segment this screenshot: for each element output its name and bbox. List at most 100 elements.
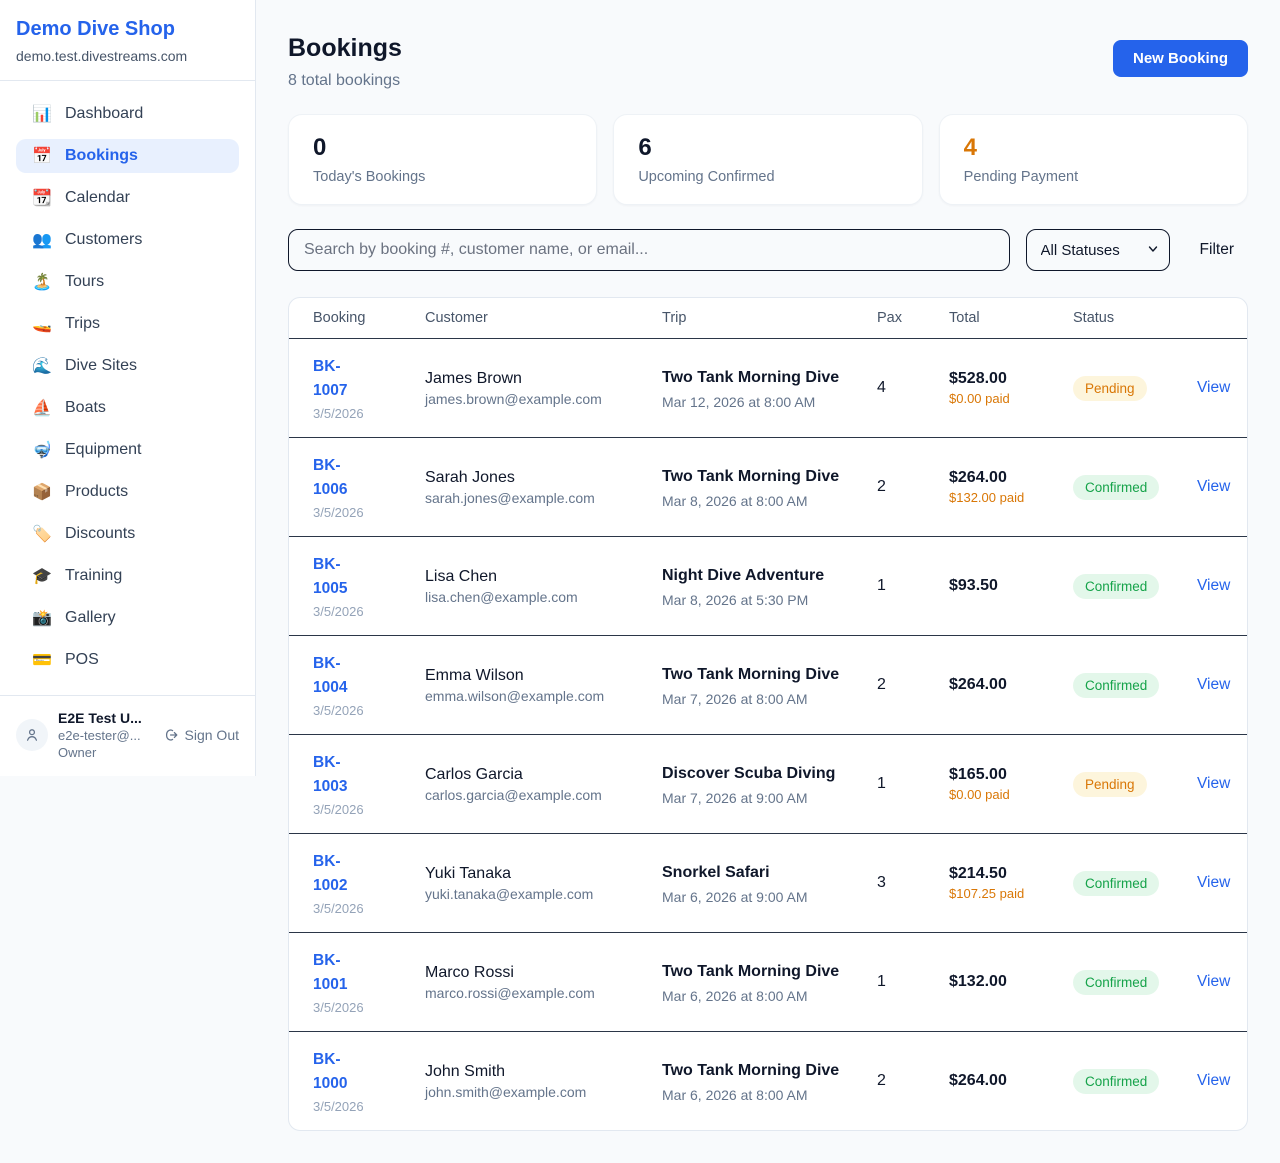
- sidebar-item-training[interactable]: 🎓 Training: [16, 559, 239, 593]
- table-row: BK-1006 3/5/2026 Sarah Jones sarah.jones…: [289, 437, 1247, 536]
- trip-datetime: Mar 6, 2026 at 8:00 AM: [662, 988, 877, 1004]
- user-name: E2E Test U...: [58, 710, 153, 726]
- trip-name: Two Tank Morning Dive: [662, 960, 842, 984]
- filter-button[interactable]: Filter: [1186, 241, 1248, 259]
- view-link[interactable]: View: [1197, 478, 1230, 495]
- booking-cell: BK-1007 3/5/2026: [313, 355, 425, 421]
- booking-date: 3/5/2026: [313, 703, 425, 718]
- booking-id-link[interactable]: BK-1003: [313, 751, 371, 799]
- customer-name: John Smith: [425, 1063, 662, 1081]
- view-link[interactable]: View: [1197, 577, 1230, 594]
- trip-datetime: Mar 7, 2026 at 8:00 AM: [662, 691, 877, 707]
- stat-label: Upcoming Confirmed: [638, 169, 897, 185]
- sidebar-item-dive-sites[interactable]: 🌊 Dive Sites: [16, 349, 239, 383]
- actions-cell: View: [1197, 478, 1235, 496]
- stat-card-upcoming-confirmed: 6 Upcoming Confirmed: [613, 114, 922, 205]
- trip-datetime: Mar 12, 2026 at 8:00 AM: [662, 394, 877, 410]
- total-cell: $165.00 $0.00 paid: [949, 766, 1073, 802]
- column-header-status: Status: [1073, 310, 1197, 326]
- sidebar-item-gallery[interactable]: 📸 Gallery: [16, 601, 239, 635]
- column-header-trip: Trip: [662, 310, 877, 326]
- calendar-icon: 📅: [32, 146, 52, 166]
- customer-cell: Emma Wilson emma.wilson@example.com: [425, 667, 662, 704]
- sidebar-item-bookings[interactable]: 📅 Bookings: [16, 139, 239, 173]
- brand-block: Demo Dive Shop demo.test.divestreams.com: [0, 0, 255, 81]
- booking-cell: BK-1001 3/5/2026: [313, 949, 425, 1015]
- customer-cell: Lisa Chen lisa.chen@example.com: [425, 568, 662, 605]
- customer-email: emma.wilson@example.com: [425, 688, 662, 704]
- booking-id-link[interactable]: BK-1007: [313, 355, 371, 403]
- sidebar-item-label: Equipment: [65, 441, 142, 459]
- camera-icon: 📸: [32, 608, 52, 628]
- status-badge: Confirmed: [1073, 574, 1159, 599]
- sign-out-button[interactable]: Sign Out: [163, 727, 239, 743]
- booking-id-link[interactable]: BK-1002: [313, 850, 371, 898]
- view-link[interactable]: View: [1197, 1072, 1230, 1089]
- pax-cell: 3: [877, 874, 949, 892]
- user-email: e2e-tester@...: [58, 728, 153, 743]
- status-select[interactable]: All Statuses: [1026, 229, 1170, 271]
- sidebar-item-equipment[interactable]: 🤿 Equipment: [16, 433, 239, 467]
- actions-cell: View: [1197, 874, 1235, 892]
- sidebar-item-calendar[interactable]: 📆 Calendar: [16, 181, 239, 215]
- app-root: Demo Dive Shop demo.test.divestreams.com…: [0, 0, 1280, 1163]
- sidebar-item-boats[interactable]: ⛵ Boats: [16, 391, 239, 425]
- actions-cell: View: [1197, 577, 1235, 595]
- sidebar-item-tours[interactable]: 🏝️ Tours: [16, 265, 239, 299]
- booking-date: 3/5/2026: [313, 1099, 425, 1114]
- booking-id-link[interactable]: BK-1001: [313, 949, 371, 997]
- status-badge: Confirmed: [1073, 871, 1159, 896]
- trip-cell: Night Dive Adventure Mar 8, 2026 at 5:30…: [662, 564, 877, 608]
- sailboat-icon: ⛵: [32, 398, 52, 418]
- trip-name: Night Dive Adventure: [662, 564, 842, 588]
- view-link[interactable]: View: [1197, 775, 1230, 792]
- status-select-wrap: All Statuses: [1026, 229, 1170, 271]
- table-header-row: Booking Customer Trip Pax Total Status: [289, 298, 1247, 338]
- trip-cell: Two Tank Morning Dive Mar 6, 2026 at 8:0…: [662, 1059, 877, 1103]
- trip-name: Snorkel Safari: [662, 861, 842, 885]
- booking-id-link[interactable]: BK-1000: [313, 1048, 371, 1096]
- table-row: BK-1003 3/5/2026 Carlos Garcia carlos.ga…: [289, 734, 1247, 833]
- sidebar-item-discounts[interactable]: 🏷️ Discounts: [16, 517, 239, 551]
- stat-label: Pending Payment: [964, 169, 1223, 185]
- sidebar-item-customers[interactable]: 👥 Customers: [16, 223, 239, 257]
- wave-icon: 🌊: [32, 356, 52, 376]
- sidebar-item-label: Products: [65, 483, 128, 501]
- table-row: BK-1001 3/5/2026 Marco Rossi marco.rossi…: [289, 932, 1247, 1031]
- sidebar-item-products[interactable]: 📦 Products: [16, 475, 239, 509]
- status-badge: Confirmed: [1073, 1069, 1159, 1094]
- customer-email: marco.rossi@example.com: [425, 985, 662, 1001]
- booking-id-link[interactable]: BK-1005: [313, 553, 371, 601]
- customer-email: yuki.tanaka@example.com: [425, 886, 662, 902]
- page-title: Bookings: [288, 34, 402, 63]
- booking-date: 3/5/2026: [313, 406, 425, 421]
- status-cell: Confirmed: [1073, 871, 1197, 896]
- customer-name: Marco Rossi: [425, 964, 662, 982]
- search-input[interactable]: [288, 229, 1010, 271]
- table-row: BK-1005 3/5/2026 Lisa Chen lisa.chen@exa…: [289, 536, 1247, 635]
- sidebar-item-pos[interactable]: 💳 POS: [16, 643, 239, 677]
- pax-cell: 1: [877, 973, 949, 991]
- view-link[interactable]: View: [1197, 973, 1230, 990]
- column-header-total: Total: [949, 310, 1073, 326]
- customer-cell: Marco Rossi marco.rossi@example.com: [425, 964, 662, 1001]
- new-booking-button[interactable]: New Booking: [1113, 40, 1248, 77]
- booking-id-link[interactable]: BK-1006: [313, 454, 371, 502]
- customer-email: sarah.jones@example.com: [425, 490, 662, 506]
- bookings-table: Booking Customer Trip Pax Total Status B…: [288, 297, 1248, 1131]
- island-icon: 🏝️: [32, 272, 52, 292]
- trip-name: Two Tank Morning Dive: [662, 663, 842, 687]
- paid-amount: $0.00 paid: [949, 391, 1039, 406]
- sidebar-item-trips[interactable]: 🚤 Trips: [16, 307, 239, 341]
- sidebar: Demo Dive Shop demo.test.divestreams.com…: [0, 0, 256, 776]
- brand-domain: demo.test.divestreams.com: [16, 48, 239, 64]
- paid-amount: $132.00 paid: [949, 490, 1039, 505]
- view-link[interactable]: View: [1197, 676, 1230, 693]
- total-cell: $93.50: [949, 577, 1073, 595]
- view-link[interactable]: View: [1197, 379, 1230, 396]
- view-link[interactable]: View: [1197, 874, 1230, 891]
- customer-email: carlos.garcia@example.com: [425, 787, 662, 803]
- sidebar-item-dashboard[interactable]: 📊 Dashboard: [16, 97, 239, 131]
- total-cell: $528.00 $0.00 paid: [949, 370, 1073, 406]
- booking-id-link[interactable]: BK-1004: [313, 652, 371, 700]
